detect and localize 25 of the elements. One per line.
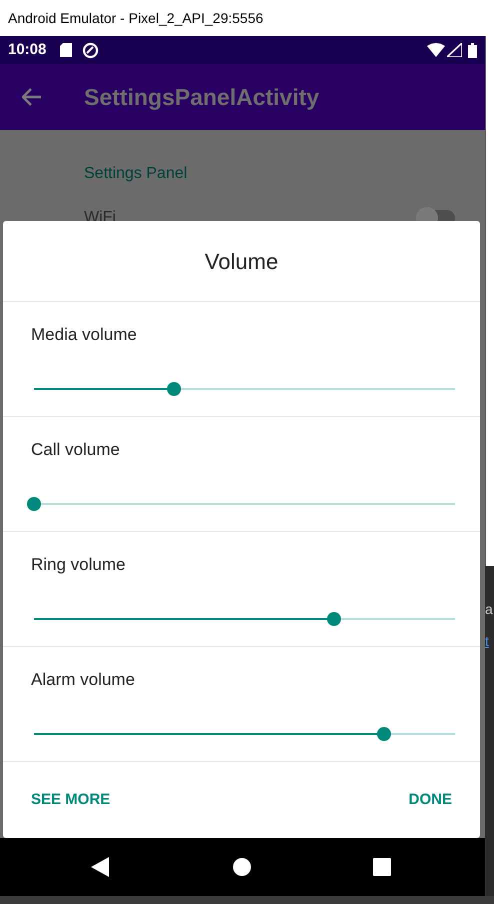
slider-thumb[interactable] — [167, 382, 182, 396]
sd-card-icon — [60, 43, 72, 57]
back-arrow-icon[interactable] — [22, 88, 42, 106]
nav-home-icon[interactable] — [233, 858, 251, 876]
window-title: Android Emulator - Pixel_2_API_29:5556 — [8, 8, 264, 28]
slider-label: Ring volume — [31, 554, 126, 576]
section-header: Settings Panel — [84, 164, 188, 184]
slider-label: Call volume — [31, 439, 121, 461]
signal-icon — [447, 43, 462, 57]
app-bar-title: SettingsPanelActivity — [84, 82, 320, 112]
battery-icon — [468, 42, 477, 58]
see-more-button[interactable]: SEE MORE — [23, 780, 118, 820]
data-saver-icon — [82, 42, 100, 58]
slider-thumb[interactable] — [27, 496, 41, 510]
slider-label: Media volume — [31, 324, 138, 346]
slider-thumb[interactable] — [327, 612, 342, 626]
slider-label: Alarm volume — [31, 669, 136, 691]
link-fragment: t — [485, 634, 490, 648]
wifi-icon — [427, 43, 445, 57]
text-fragment: a — [485, 602, 494, 616]
dialog-title: Volume — [204, 248, 278, 276]
slider-thumb[interactable] — [376, 726, 391, 740]
nav-back-icon[interactable] — [91, 857, 109, 877]
done-button[interactable]: DONE — [400, 780, 460, 820]
status-time: 10:08 — [8, 40, 46, 60]
